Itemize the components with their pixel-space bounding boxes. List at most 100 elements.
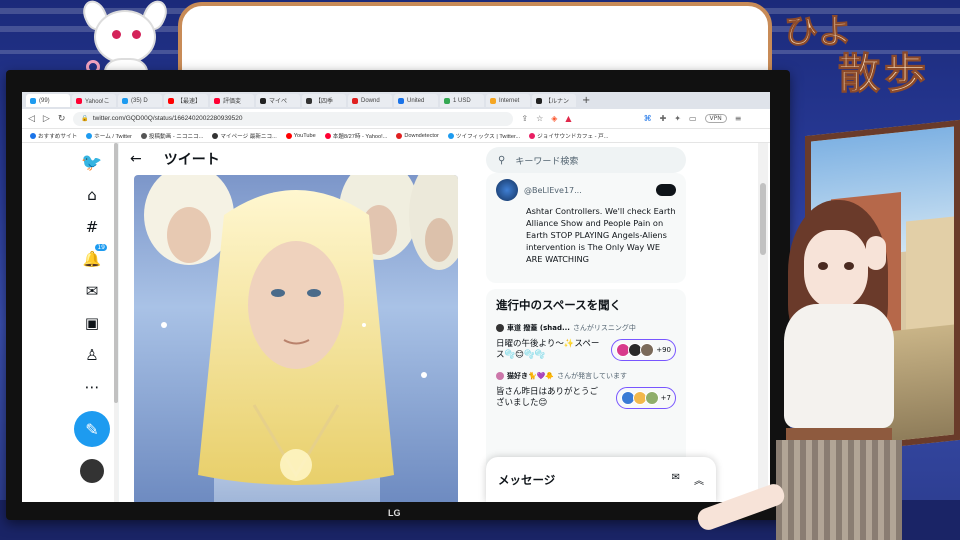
tweet-image[interactable]	[134, 175, 458, 502]
tab-label: (99)	[39, 97, 50, 104]
column-divider	[118, 143, 119, 502]
back-arrow-icon[interactable]: ◁	[28, 114, 35, 124]
back-button[interactable]: ←	[130, 151, 142, 167]
tab-favicon-icon	[306, 97, 312, 104]
angelic-figures-illustration	[144, 175, 458, 502]
bookmark-item[interactable]: Downdetector	[396, 132, 439, 139]
bookmark-favicon-icon	[140, 132, 147, 139]
monitor-brand-logo: LG	[388, 508, 401, 518]
extension-icon[interactable]: ✚	[660, 114, 667, 123]
listener-count: +7	[660, 394, 671, 402]
url-field[interactable]: 🔒 twitter.com/GQD00Q/status/166240200228…	[73, 111, 514, 126]
vpn-button[interactable]: VPN	[704, 114, 727, 123]
space-title: 日曜の午後より〜✨スペース🫧😊🫧🫧	[496, 339, 600, 360]
space-item[interactable]: 猫好き🐈💜🐥 さんが発言しています 皆さん昨日はありがとうございました😊 +7	[496, 371, 676, 409]
bookmark-item[interactable]: ツイフィックス | Twitter...	[447, 132, 521, 140]
host-avatar	[496, 324, 504, 332]
twitter-left-nav: 🐦 ⌂ # 🔔 19 ✉ ▣ ♙ ⋯ ✎	[70, 143, 114, 502]
brave-rewards-icon[interactable]: ▲	[565, 114, 571, 123]
bookmark-label: 本題8/27時 - Yahoo!...	[332, 133, 388, 140]
follow-button[interactable]	[656, 184, 676, 196]
listener-count: +90	[656, 346, 671, 354]
twitter-logo-icon[interactable]: 🐦	[80, 151, 104, 175]
bookmark-item[interactable]: YouTube	[285, 132, 316, 139]
browser-tab[interactable]: Downd	[348, 94, 392, 107]
feather-plus-icon: ✎	[85, 419, 99, 439]
browser-tab[interactable]: マイペ	[256, 94, 300, 107]
bookmark-favicon-icon	[285, 132, 292, 139]
stream-title-line2: 散歩	[837, 49, 931, 99]
extensions-puzzle-icon[interactable]: ✦	[674, 114, 681, 123]
browser-tab[interactable]: 【四季	[302, 94, 346, 107]
tab-favicon-icon	[76, 97, 82, 104]
sidebar-icon[interactable]: ▭	[689, 114, 697, 123]
bookmark-favicon-icon	[86, 132, 93, 139]
host-avatar	[496, 372, 504, 380]
compose-tweet-button[interactable]: ✎	[74, 411, 110, 447]
more-circle-icon[interactable]: ⋯	[80, 375, 104, 399]
browser-tab[interactable]: 評価変	[210, 94, 254, 107]
space-item[interactable]: 車道 撥蓋 (shad... さんがリスニング中 日曜の午後より〜✨スペース🫧😊…	[496, 323, 676, 361]
space-listeners-pill[interactable]: +7	[615, 387, 676, 409]
search-box[interactable]: ⚲ キーワード検索	[486, 147, 686, 173]
messages-envelope-icon[interactable]: ✉	[80, 279, 104, 303]
card-user-handle[interactable]: @BeLIEve17...	[524, 186, 582, 195]
bookmarks-bar: おすすめサイト ホーム / Twitter 投稿動画 - ニコニコ... マイページ …	[22, 129, 770, 143]
browser-tab[interactable]: Yahoo!こ	[72, 94, 116, 107]
bookmark-item[interactable]: マイページ 最新ニコ...	[212, 132, 277, 140]
messages-drawer[interactable]: メッセージ ✉ ︽	[486, 457, 716, 502]
monitor-frame: LG (99) Yahoo!こ (35) D 【最速】 評価変 マイペ 【四季 Downd Un…	[6, 70, 790, 520]
bookmark-label: ジョイサウンドカフェ - 戸...	[537, 133, 609, 140]
profile-person-icon[interactable]: ♙	[80, 343, 104, 367]
browser-tab[interactable]: 【ルナン	[532, 94, 576, 107]
share-icon[interactable]: ⇪	[521, 114, 528, 123]
browser-tab[interactable]: (35) D	[118, 94, 162, 107]
bookmark-item[interactable]: 投稿動画 - ニコニコ...	[140, 132, 203, 140]
browser-tab[interactable]: 【最速】	[164, 94, 208, 107]
notifications-bell-icon[interactable]: 🔔 19	[80, 244, 107, 271]
bookmark-item[interactable]: 本題8/27時 - Yahoo!...	[324, 132, 388, 140]
right-sidebar: ⚲ キーワード検索 @BeLIEve17... Ashtar Controlle…	[476, 143, 688, 502]
twitter-page: 🐦 ⌂ # 🔔 19 ✉ ▣ ♙ ⋯ ✎ ← ツイート ⚲ キーワード検索 @B…	[22, 143, 770, 502]
tab-favicon-icon	[122, 97, 128, 104]
tab-favicon-icon	[168, 97, 174, 104]
browser-tab[interactable]: 1 USD	[440, 94, 484, 107]
bookmark-item[interactable]: ジョイサウンドカフェ - 戸...	[529, 132, 608, 140]
browser-tab[interactable]: Internet	[486, 94, 530, 107]
menu-icon[interactable]: ≡	[735, 114, 742, 123]
space-listeners-pill[interactable]: +90	[611, 339, 676, 361]
page-title: ツイート	[163, 152, 220, 168]
translate-icon[interactable]: ⌘	[644, 114, 652, 123]
card-user-avatar[interactable]	[496, 179, 518, 201]
tab-label: 評価変	[223, 99, 242, 105]
listener-avatar	[644, 391, 659, 405]
browser-tab[interactable]: United	[394, 94, 438, 107]
bookmark-star-icon[interactable]: ☆	[536, 114, 543, 123]
reload-icon[interactable]: ↻	[58, 114, 66, 124]
tab-bar: (99) Yahoo!こ (35) D 【最速】 評価変 マイペ 【四季 Downd Unite…	[22, 92, 770, 109]
tab-label: 【ルナン	[545, 99, 570, 105]
forward-arrow-icon[interactable]: ▷	[43, 114, 50, 124]
bookmark-item[interactable]: おすすめサイト	[30, 132, 77, 140]
twitter-blue-icon[interactable]: ▣	[80, 311, 104, 335]
suggested-tweet-card[interactable]: @BeLIEve17... Ashtar Controllers. We'll …	[486, 173, 686, 283]
notifications-badge: 19	[95, 244, 107, 251]
vtuber-avatar	[694, 196, 926, 540]
bookmark-favicon-icon	[447, 132, 454, 139]
new-tab-button[interactable]: +	[578, 95, 594, 106]
browser-tab[interactable]: (99)	[26, 94, 70, 107]
space-host: 車道 撥蓋 (shad... さんがリスニング中	[496, 323, 676, 333]
account-avatar[interactable]	[80, 459, 104, 483]
bookmark-label: ツイフィックス | Twitter...	[455, 133, 521, 140]
host-name: 車道 撥蓋 (shad...	[507, 324, 570, 332]
bookmark-favicon-icon	[529, 132, 536, 139]
new-message-icon[interactable]: ✉	[672, 472, 680, 487]
space-title: 皆さん昨日はありがとうございました😊	[496, 387, 599, 408]
brave-shield-icon[interactable]: ◈	[551, 114, 557, 123]
explore-hashtag-icon[interactable]: #	[80, 215, 104, 239]
browser-window: (99) Yahoo!こ (35) D 【最速】 評価変 マイペ 【四季 Downd Unite…	[22, 92, 770, 502]
home-icon[interactable]: ⌂	[80, 183, 104, 207]
card-user-row: @BeLIEve17...	[496, 179, 676, 201]
bookmark-favicon-icon	[212, 132, 219, 139]
bookmark-item[interactable]: ホーム / Twitter	[86, 132, 132, 140]
